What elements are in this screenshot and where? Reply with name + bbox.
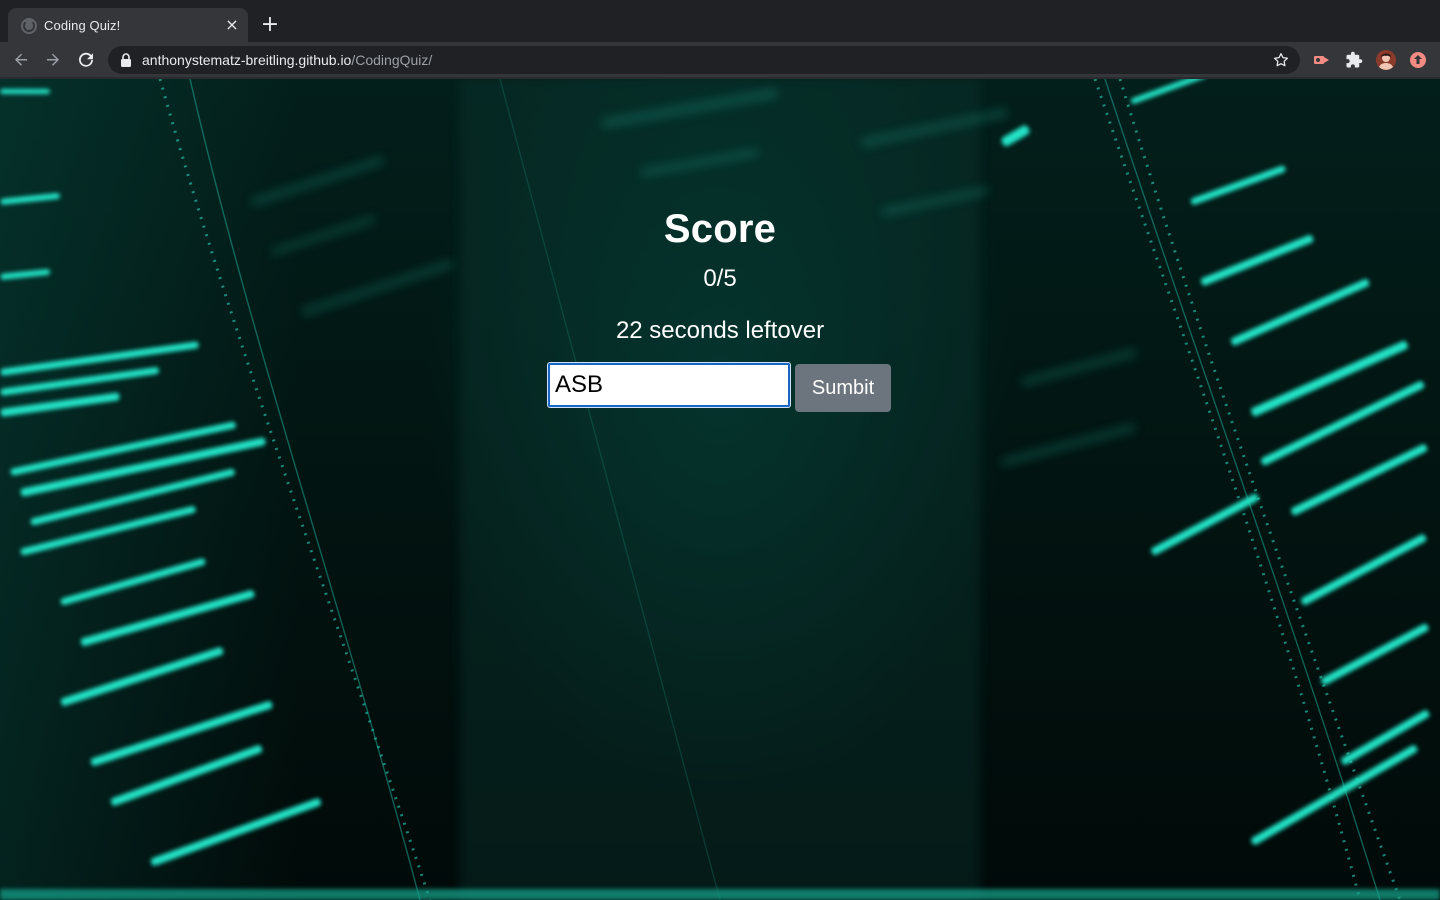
reload-icon[interactable] [75, 49, 97, 71]
tab-title: Coding Quiz! [44, 18, 121, 33]
extension-icon[interactable] [1312, 51, 1330, 69]
initials-input[interactable] [547, 362, 791, 408]
globe-icon [21, 18, 37, 34]
back-arrow-icon[interactable] [10, 49, 32, 71]
star-icon[interactable] [1272, 51, 1290, 69]
url-host: anthonystematz-breitling.github.io [142, 52, 352, 68]
close-icon[interactable]: × [223, 16, 241, 34]
lock-icon[interactable] [120, 53, 132, 67]
url-text[interactable]: anthonystematz-breitling.github.io/Codin… [142, 52, 432, 68]
submit-button[interactable]: Sumbit [795, 364, 891, 412]
score-value: 0/5 [703, 265, 737, 292]
time-left-text: 22 seconds leftover [615, 317, 825, 344]
update-arrow-icon[interactable] [1409, 51, 1427, 69]
avatar[interactable] [1376, 50, 1396, 70]
code-background-image [0, 79, 1440, 900]
new-tab-icon[interactable]: + [259, 14, 281, 36]
browser-toolbar: anthonystematz-breitling.github.io/Codin… [0, 42, 1440, 78]
browser-tab[interactable]: Coding Quiz! × [8, 8, 248, 42]
score-heading: Score [663, 207, 777, 251]
puzzle-icon[interactable] [1345, 51, 1363, 69]
forward-arrow-icon[interactable] [42, 49, 64, 71]
url-path: /CodingQuiz/ [351, 52, 433, 68]
browser-tabstrip: Coding Quiz! × + [0, 0, 1440, 42]
page-viewport: Score 0/5 22 seconds leftover Sumbit [0, 79, 1440, 900]
address-bar[interactable]: anthonystematz-breitling.github.io/Codin… [108, 46, 1300, 74]
